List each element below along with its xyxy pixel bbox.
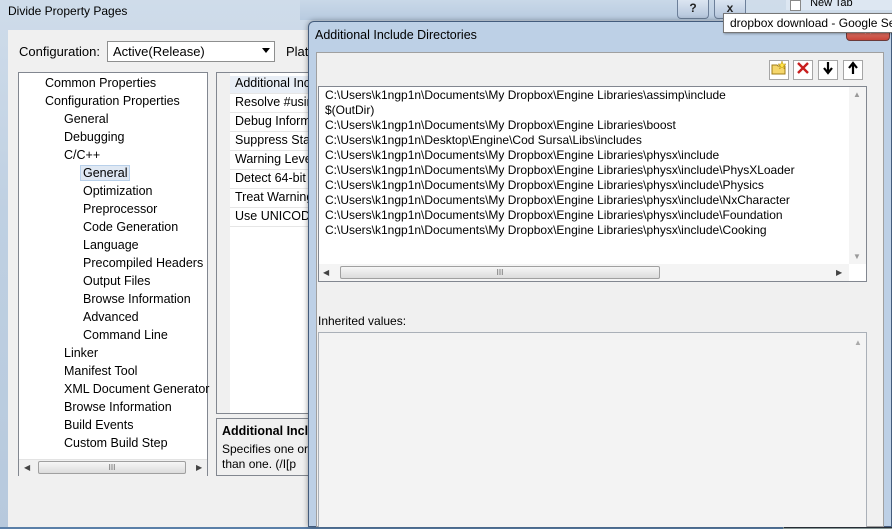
- scroll-grip: III: [108, 463, 116, 472]
- browser-new-tab[interactable]: New Tab: [786, 0, 892, 11]
- tree-item-configuration-properties[interactable]: Configuration Properties: [45, 94, 180, 108]
- tree-item-linker[interactable]: Linker: [64, 346, 98, 360]
- taskbar-tooltip: dropbox download - Google Se: [723, 13, 892, 33]
- delete-button[interactable]: [793, 60, 813, 80]
- window-title: Divide Property Pages: [8, 4, 128, 18]
- directory-item[interactable]: C:\Users\k1ngp1n\Documents\My Dropbox\En…: [325, 178, 764, 192]
- directory-item[interactable]: C:\Users\k1ngp1n\Desktop\Engine\Cod Surs…: [325, 133, 642, 147]
- property-row[interactable]: Suppress Start: [230, 133, 310, 151]
- tree-item-code-generation[interactable]: Code Generation: [83, 220, 178, 234]
- list-scroll-thumb[interactable]: III: [340, 266, 660, 279]
- tree-item-custom-build-step[interactable]: Custom Build Step: [64, 436, 168, 450]
- property-row[interactable]: Additional Inc: [230, 76, 310, 94]
- new-tab-label: New Tab: [810, 0, 853, 9]
- configuration-value: Active(Release): [113, 44, 205, 59]
- directory-item[interactable]: C:\Users\k1ngp1n\Documents\My Dropbox\En…: [325, 223, 767, 237]
- tree-item-build-events[interactable]: Build Events: [64, 418, 133, 432]
- delete-icon: [797, 62, 809, 74]
- arrow-down-icon: [823, 62, 833, 75]
- inherited-values-label: Inherited values:: [318, 314, 407, 328]
- tree-item-output-files[interactable]: Output Files: [83, 274, 150, 288]
- scroll-left-icon[interactable]: ◀: [24, 463, 30, 472]
- directory-item[interactable]: $(OutDir): [325, 103, 374, 117]
- tree-item-browse-information[interactable]: Browse Information: [83, 292, 191, 306]
- property-row[interactable]: Resolve #usin: [230, 95, 310, 113]
- directory-item[interactable]: C:\Users\k1ngp1n\Documents\My Dropbox\En…: [325, 163, 795, 177]
- directory-item[interactable]: C:\Users\k1ngp1n\Documents\My Dropbox\En…: [325, 118, 676, 132]
- description-text-2: than one. (/I[p: [222, 457, 297, 471]
- scroll-up-icon[interactable]: ▲: [854, 338, 862, 347]
- folder-new-icon: [771, 60, 787, 75]
- tree-item-debugging[interactable]: Debugging: [64, 130, 124, 144]
- tree-scroll-thumb[interactable]: III: [38, 461, 186, 474]
- new-line-button[interactable]: [769, 60, 789, 80]
- directory-item[interactable]: C:\Users\k1ngp1n\Documents\My Dropbox\En…: [325, 193, 790, 207]
- description-title: Additional Inclu: [222, 424, 316, 438]
- description-text: Specifies one or: [222, 442, 309, 456]
- property-row[interactable]: Debug Inform: [230, 114, 310, 132]
- tree-item-cpp-general[interactable]: General: [80, 165, 131, 181]
- tree-item-cpp[interactable]: C/C++: [64, 148, 100, 162]
- scroll-down-icon[interactable]: ▼: [853, 252, 861, 261]
- dialog-title: Additional Include Directories: [315, 28, 477, 42]
- tree-item-advanced[interactable]: Advanced: [83, 310, 139, 324]
- move-down-button[interactable]: [818, 60, 838, 80]
- property-row[interactable]: Warning Level: [230, 152, 310, 170]
- title-bar-area: [300, 0, 720, 20]
- tree-item-preprocessor[interactable]: Preprocessor: [83, 202, 157, 216]
- tree-item-manifest-tool[interactable]: Manifest Tool: [64, 364, 137, 378]
- tree-item-language[interactable]: Language: [83, 238, 139, 252]
- property-row[interactable]: Use UNICODE: [230, 209, 310, 227]
- help-button[interactable]: ?: [677, 0, 709, 19]
- arrow-up-icon: [848, 61, 858, 74]
- property-row[interactable]: Detect 64-bit: [230, 171, 310, 189]
- move-up-button[interactable]: [843, 60, 863, 80]
- scroll-right-icon[interactable]: ▶: [196, 463, 202, 472]
- grid-gutter: [217, 73, 230, 413]
- inherited-values-box: [318, 332, 867, 527]
- tree-item-common-properties[interactable]: Common Properties: [45, 76, 156, 90]
- property-row[interactable]: Treat Warning: [230, 190, 310, 208]
- directory-item[interactable]: C:\Users\k1ngp1n\Documents\My Dropbox\En…: [325, 208, 783, 222]
- configuration-select[interactable]: Active(Release): [107, 41, 275, 62]
- chevron-down-icon: [262, 48, 270, 53]
- scroll-left-icon[interactable]: ◀: [323, 268, 329, 277]
- directory-item[interactable]: C:\Users\k1ngp1n\Documents\My Dropbox\En…: [325, 148, 719, 162]
- tree-item-general[interactable]: General: [64, 112, 108, 126]
- tree-item-xml-document-generator[interactable]: XML Document Generator: [64, 382, 209, 396]
- list-vertical-scrollbar[interactable]: [849, 87, 866, 264]
- tree-item-browse-information-2[interactable]: Browse Information: [64, 400, 172, 414]
- scroll-up-icon[interactable]: ▲: [853, 90, 861, 99]
- configuration-label: Configuration:: [19, 44, 100, 59]
- inherited-vertical-scrollbar[interactable]: [850, 333, 866, 527]
- tree-item-command-line[interactable]: Command Line: [83, 328, 168, 342]
- scroll-right-icon[interactable]: ▶: [836, 268, 842, 277]
- page-icon: [790, 0, 801, 11]
- tree-item-optimization[interactable]: Optimization: [83, 184, 152, 198]
- directory-item[interactable]: C:\Users\k1ngp1n\Documents\My Dropbox\En…: [325, 88, 726, 102]
- tree-item-precompiled-headers[interactable]: Precompiled Headers: [83, 256, 203, 270]
